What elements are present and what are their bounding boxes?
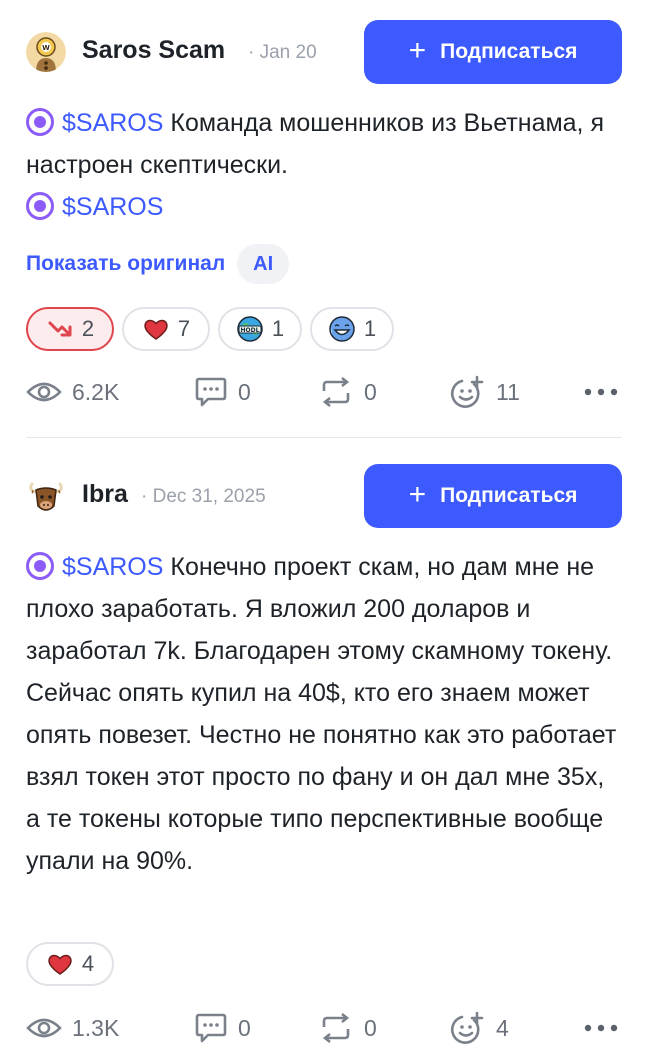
cashtag-link[interactable]: $SAROS <box>26 192 164 221</box>
repost-icon <box>322 377 350 407</box>
more-dots-icon <box>584 1024 618 1032</box>
reaction-heart[interactable]: 7 <box>122 307 210 351</box>
show-original-link[interactable]: Показать оригинал <box>26 252 225 276</box>
repost-button[interactable]: 0 <box>318 372 377 412</box>
ai-badge: AI <box>237 244 290 284</box>
saros-token-icon <box>26 108 54 136</box>
add-emoji-icon <box>450 1011 484 1044</box>
comment-icon <box>195 1013 227 1043</box>
username[interactable]: Saros Scam <box>82 36 225 65</box>
add-emoji-icon <box>450 375 484 408</box>
svg-text:W: W <box>42 44 50 52</box>
hodl-globe-icon: HODL <box>237 316 263 342</box>
post-card: W Saros Scam · Jan 20 + Подписаться $SAR… <box>0 0 656 437</box>
bearish-arrow-icon <box>48 321 72 337</box>
post-date: · Dec 31, 2025 <box>141 486 266 507</box>
views-count: 1.3K <box>72 1014 120 1041</box>
follow-button-label: Подписаться <box>440 484 578 507</box>
more-options-button[interactable] <box>584 1008 618 1048</box>
comment-button[interactable]: 0 <box>194 1008 251 1048</box>
repost-button[interactable]: 0 <box>318 1008 377 1048</box>
post-card: Ibra · Dec 31, 2025 + Подписаться $SAROS… <box>0 437 656 1058</box>
saros-token-icon <box>26 552 54 580</box>
views-count: 6.2K <box>72 378 120 405</box>
reactions-bar: 4 <box>26 942 114 986</box>
repost-icon <box>322 1013 350 1043</box>
comment-button[interactable]: 0 <box>194 372 251 412</box>
cashtag-label: $SAROS <box>62 109 164 137</box>
reaction-laugh[interactable]: 1 <box>310 307 394 351</box>
reaction-total: 11 <box>496 378 520 405</box>
cashtag-label: $SAROS <box>62 553 164 581</box>
repost-count: 0 <box>364 378 377 405</box>
reaction-count: 1 <box>271 316 285 341</box>
cashtag-label: $SAROS <box>62 193 164 221</box>
post-body: $SAROS Конечно проект скам, но дам мне н… <box>26 546 622 882</box>
reaction-count: 2 <box>81 316 95 341</box>
post-header: Ibra · Dec 31, 2025 + Подписаться <box>26 464 622 528</box>
post-text: Конечно проект скам, но дам мне не плохо… <box>26 553 617 875</box>
views-stat: 6.2K <box>26 372 119 412</box>
reaction-total: 4 <box>496 1014 509 1041</box>
cashtag-link[interactable]: $SAROS <box>26 108 164 137</box>
reaction-heart[interactable]: 4 <box>26 942 114 986</box>
eye-icon <box>26 1018 62 1038</box>
add-reaction-button[interactable]: 11 <box>450 372 520 412</box>
avatar[interactable]: W <box>26 32 66 72</box>
cashtag-link[interactable]: $SAROS <box>26 552 164 581</box>
more-dots-icon <box>584 388 618 396</box>
repost-count: 0 <box>364 1014 377 1041</box>
add-reaction-button[interactable]: 4 <box>450 1008 509 1048</box>
heart-icon <box>48 954 72 975</box>
comment-count: 0 <box>238 378 251 405</box>
follow-button[interactable]: + Подписаться <box>364 464 622 528</box>
plus-icon: + <box>408 33 427 67</box>
reaction-count: 7 <box>177 316 191 341</box>
views-stat: 1.3K <box>26 1008 119 1048</box>
reactions-bar: 2 7 HODL 1 1 <box>26 307 394 351</box>
post-date: · Jan 20 <box>248 42 317 63</box>
translation-row: Показать оригинал AI <box>26 244 290 284</box>
reaction-count: 4 <box>81 951 95 976</box>
username[interactable]: Ibra <box>82 480 128 509</box>
reaction-bearish[interactable]: 2 <box>26 307 114 351</box>
comment-icon <box>195 377 227 407</box>
post-stats: 1.3K 0 0 4 <box>26 1008 622 1048</box>
eye-icon <box>26 382 62 402</box>
follow-button[interactable]: + Подписаться <box>364 20 622 84</box>
post-stats: 6.2K 0 0 11 <box>26 372 622 412</box>
saros-token-icon <box>26 192 54 220</box>
post-body: $SAROS Команда мошенников из Вьетнама, я… <box>26 102 622 228</box>
svg-text:HODL: HODL <box>240 327 259 334</box>
plus-icon: + <box>408 477 427 511</box>
post-header: W Saros Scam · Jan 20 + Подписаться <box>26 20 622 84</box>
heart-icon <box>144 319 168 340</box>
reaction-hodl[interactable]: HODL 1 <box>218 307 302 351</box>
reaction-count: 1 <box>363 316 377 341</box>
more-options-button[interactable] <box>584 372 618 412</box>
laughing-face-icon <box>329 316 355 342</box>
avatar[interactable] <box>26 476 66 516</box>
follow-button-label: Подписаться <box>440 40 578 63</box>
comment-count: 0 <box>238 1014 251 1041</box>
